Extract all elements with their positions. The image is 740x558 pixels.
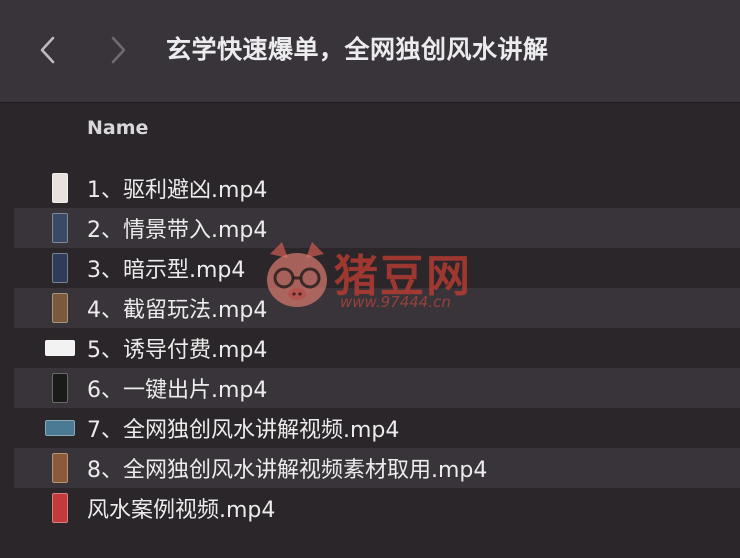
column-header: Name (0, 103, 740, 153)
back-button[interactable] (30, 30, 66, 70)
file-name: 1、驱利避凶.mp4 (87, 178, 268, 203)
file-row[interactable]: 风水案例视频.mp4 (14, 488, 740, 528)
video-thumbnail-icon (52, 173, 68, 203)
video-thumbnail-icon (52, 293, 68, 323)
file-name: 5、诱导付费.mp4 (87, 338, 268, 363)
file-name: 风水案例视频.mp4 (87, 498, 276, 523)
file-row[interactable]: 7、全网独创风水讲解视频.mp4 (14, 408, 740, 448)
video-thumbnail-icon (45, 340, 75, 356)
file-row[interactable]: 1、驱利避凶.mp4 (14, 168, 740, 208)
file-row[interactable]: 8、全网独创风水讲解视频素材取用.mp4 (14, 448, 740, 488)
file-list: 1、驱利避凶.mp4 2、情景带入.mp4 3、暗示型.mp4 4、截留玩法.mp4 5… (0, 168, 740, 528)
file-row[interactable]: 5、诱导付费.mp4 (14, 328, 740, 368)
video-thumbnail-icon (52, 453, 68, 483)
video-thumbnail-icon (52, 493, 68, 523)
chevron-right-icon (111, 36, 126, 64)
video-thumbnail-icon (52, 253, 68, 283)
file-name: 6、一键出片.mp4 (87, 378, 268, 403)
chevron-left-icon (40, 36, 55, 64)
name-column-header[interactable]: Name (87, 117, 148, 139)
window-title: 玄学快速爆单，全网独创风水讲解 (166, 35, 549, 64)
file-name: 7、全网独创风水讲解视频.mp4 (87, 418, 400, 443)
title-bar: 玄学快速爆单，全网独创风水讲解 (0, 0, 740, 103)
file-row[interactable]: 3、暗示型.mp4 (14, 248, 740, 288)
video-thumbnail-icon (45, 420, 75, 436)
file-name: 4、截留玩法.mp4 (87, 298, 268, 323)
video-thumbnail-icon (52, 213, 68, 243)
file-name: 2、情景带入.mp4 (87, 218, 268, 243)
file-row[interactable]: 6、一键出片.mp4 (14, 368, 740, 408)
file-name: 8、全网独创风水讲解视频素材取用.mp4 (87, 458, 488, 483)
file-row[interactable]: 4、截留玩法.mp4 (14, 288, 740, 328)
file-name: 3、暗示型.mp4 (87, 258, 246, 283)
forward-button[interactable] (100, 30, 136, 70)
video-thumbnail-icon (52, 373, 68, 403)
file-row[interactable]: 2、情景带入.mp4 (14, 208, 740, 248)
